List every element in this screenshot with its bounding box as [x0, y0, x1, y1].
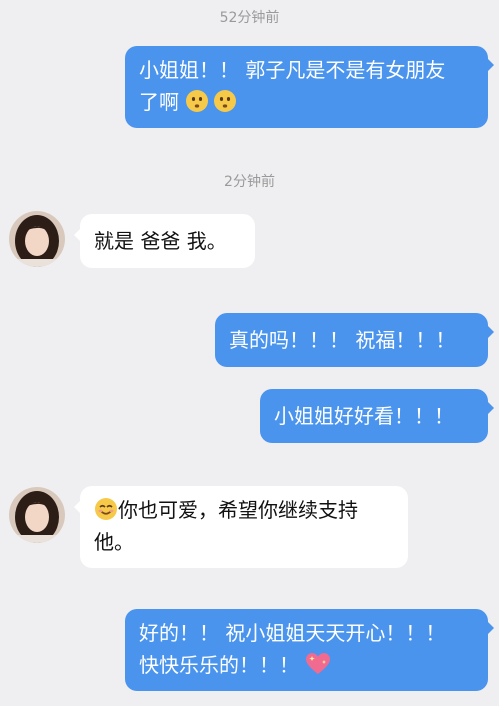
avatar-image — [9, 487, 65, 543]
message-bubble-incoming[interactable]: 就是 爸爸 我。 — [74, 214, 255, 268]
message-text: 真的吗！！！ 祝福！！！ — [229, 328, 456, 352]
message-text: 好的！！ 祝小姐姐天天开心！！！ — [139, 621, 446, 645]
message-bubble-outgoing[interactable]: 小姐姐！！ 郭子凡是不是有女朋友 了啊 — [125, 46, 494, 128]
avatar-image — [9, 211, 65, 267]
message-bubble-outgoing[interactable]: 小姐姐好好看！！！ — [260, 389, 494, 443]
message-text: 快快乐乐的！！！ — [139, 653, 299, 677]
message-bubble-outgoing[interactable]: 真的吗！！！ 祝福！！！ — [215, 313, 494, 367]
message-text: 你也可爱，希望你继续支持 — [118, 498, 358, 522]
message-bubble-incoming[interactable]: 你也可爱，希望你继续支持 他。 — [74, 486, 408, 568]
message-text: 小姐姐好好看！！！ — [274, 404, 454, 428]
message-bubble-outgoing[interactable]: 好的！！ 祝小姐姐天天开心！！！ 快快乐乐的！！！ — [125, 609, 494, 691]
timestamp: 52分钟前 — [219, 10, 280, 26]
sparkling-heart-emoji — [306, 653, 331, 674]
avatar[interactable] — [9, 487, 65, 543]
smiling-face-emoji — [95, 498, 117, 520]
avatar[interactable] — [9, 211, 65, 267]
message-text: 他。 — [94, 530, 134, 554]
anxious-face-emoji — [186, 90, 237, 112]
timestamp: 2分钟前 — [224, 174, 275, 190]
message-text: 小姐姐！！ 郭子凡是不是有女朋友 — [139, 58, 446, 82]
message-text: 了啊 — [139, 90, 179, 114]
message-text: 就是 爸爸 我。 — [94, 229, 227, 253]
